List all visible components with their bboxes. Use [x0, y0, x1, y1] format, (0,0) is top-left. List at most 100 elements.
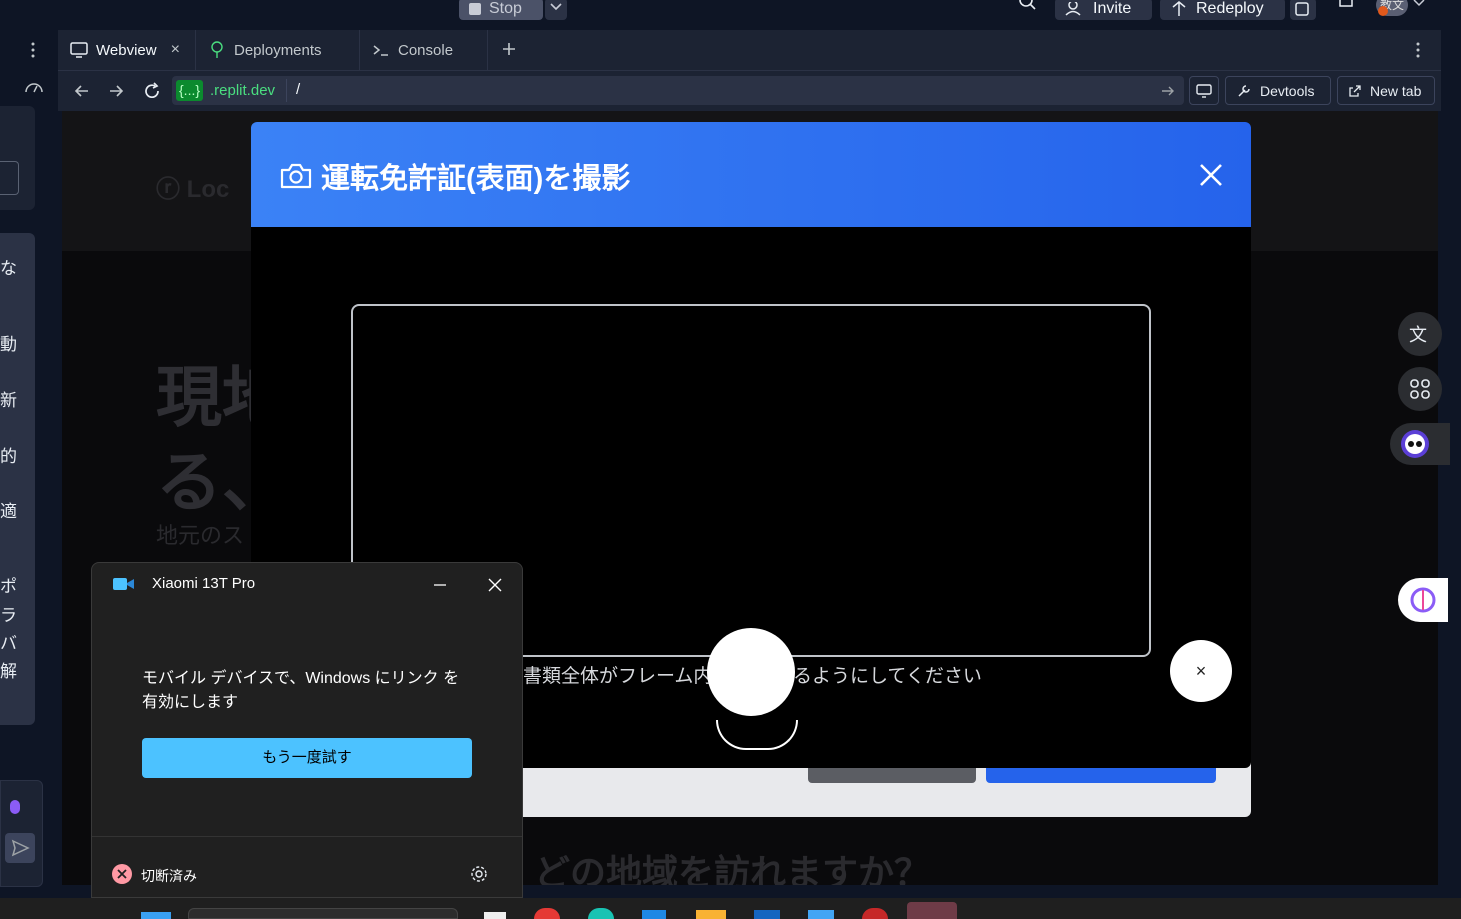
modal-header: 運転免許証(表面)を撮影	[251, 122, 1251, 227]
left-text: な	[0, 259, 17, 278]
taskbar	[0, 898, 1461, 919]
window-title: Xiaomi 13T Pro	[152, 575, 256, 592]
left-panel: な 動 新 的 適 ポ ラ バ 解	[0, 30, 56, 889]
brain-icon	[1410, 587, 1436, 613]
devtools-button[interactable]: Devtools	[1225, 76, 1331, 105]
speedometer-icon[interactable]	[24, 80, 44, 96]
left-text: 動	[0, 335, 17, 354]
taskbar-app-icon[interactable]	[696, 910, 726, 919]
redeploy-button[interactable]: Redeploy	[1160, 0, 1285, 20]
taskbar-app-icon[interactable]	[484, 912, 506, 919]
back-icon[interactable]	[72, 81, 92, 101]
translate-button[interactable]: 文	[1398, 312, 1442, 356]
frame-hint-left: 書類全体がフレーム内	[523, 666, 713, 687]
deploy-icon	[1172, 1, 1186, 16]
left-text: 的	[0, 447, 17, 466]
url-path: /	[296, 81, 301, 98]
left-text: 適	[0, 502, 17, 521]
minimize-icon[interactable]	[430, 575, 450, 595]
region-question: どの地域を訪れますか？	[534, 852, 931, 885]
error-icon	[112, 864, 132, 884]
taskbar-app-icon[interactable]	[862, 908, 888, 919]
settings-gear-icon[interactable]	[469, 864, 489, 884]
chevron-down-icon[interactable]	[1412, 0, 1426, 10]
stop-icon	[469, 3, 481, 15]
screen-icon	[1196, 83, 1212, 98]
reload-icon[interactable]	[142, 81, 162, 101]
search-icon[interactable]	[1016, 0, 1038, 12]
share-button[interactable]	[1290, 0, 1316, 20]
svg-text:文: 文	[1409, 325, 1427, 346]
left-text: 解	[0, 662, 17, 681]
monitor-icon	[70, 42, 88, 58]
send-button[interactable]	[5, 833, 35, 863]
domain-badge: {...}	[176, 80, 204, 101]
left-input[interactable]	[0, 161, 19, 195]
left-text: ラ	[0, 606, 17, 625]
left-text: バ	[0, 634, 17, 653]
add-tab-icon[interactable]	[499, 39, 519, 59]
frame-hint-right: るようにしてください	[793, 666, 982, 687]
taskbar-active-app[interactable]	[907, 902, 957, 919]
go-arrow-icon[interactable]	[1160, 83, 1176, 99]
bell-icon[interactable]	[1336, 0, 1356, 10]
site-logo: ⓡ Loc	[156, 176, 230, 203]
terminal-icon	[373, 45, 388, 56]
invite-button[interactable]: Invite	[1055, 0, 1152, 20]
taskbar-app-icon[interactable]	[808, 910, 834, 919]
external-link-icon	[1349, 84, 1361, 97]
divider	[286, 79, 287, 102]
brain-extension-button[interactable]	[1398, 578, 1448, 622]
stop-button[interactable]: Stop	[459, 0, 543, 20]
modal-title: 運転免許証(表面)を撮影	[321, 163, 631, 195]
grid-icon	[1410, 379, 1430, 399]
url-bar: {...} .replit.dev / Devtools New tab	[58, 71, 1441, 111]
phone-link-window: Xiaomi 13T Pro モバイル デバイスで、Windows にリンク を…	[91, 562, 523, 898]
more-vertical-icon[interactable]	[25, 40, 41, 60]
retry-button[interactable]: もう一度試す	[142, 738, 472, 778]
taskbar-app-icon[interactable]	[642, 910, 666, 919]
chevron-down-icon	[550, 3, 562, 11]
tab-deployments[interactable]: Deployments	[196, 30, 360, 70]
deploy-icon	[211, 41, 223, 58]
taskbar-search[interactable]	[188, 908, 458, 919]
assistant-button[interactable]	[1390, 423, 1450, 465]
wrench-icon	[1238, 84, 1250, 97]
taskbar-app-icon[interactable]	[534, 908, 560, 919]
external-icon	[1295, 2, 1309, 16]
close-tab-icon[interactable]: ×	[171, 41, 180, 59]
new-tab-button[interactable]: New tab	[1337, 76, 1435, 105]
taskbar-app-icon[interactable]	[754, 910, 780, 919]
assistant-face-icon	[1401, 430, 1429, 458]
more-vertical-icon[interactable]	[1410, 40, 1426, 60]
screen-toggle-button[interactable]	[1189, 76, 1219, 105]
close-icon[interactable]	[1196, 160, 1226, 190]
connection-status: 切断済み	[141, 868, 197, 884]
start-icon[interactable]	[141, 912, 171, 919]
add-user-icon	[1065, 2, 1081, 16]
stop-dropdown-button[interactable]	[545, 0, 567, 20]
forward-icon[interactable]	[106, 81, 126, 101]
domain-suffix: .replit.dev	[210, 82, 276, 99]
agent-icon	[10, 800, 20, 814]
close-camera-button[interactable]: ×	[1170, 640, 1232, 702]
shutter-button[interactable]	[707, 628, 795, 716]
close-icon: ×	[1195, 661, 1207, 681]
tab-webview[interactable]: Webview ×	[58, 30, 196, 70]
link-message: モバイル デバイスで、Windows にリンク を有効にします	[142, 670, 460, 711]
notification-badge	[1378, 6, 1388, 16]
shutter-ring	[716, 720, 798, 750]
video-camera-icon	[112, 575, 136, 593]
taskbar-app-icon[interactable]	[588, 908, 614, 919]
send-icon	[11, 839, 30, 857]
tab-bar: Webview × Deployments Console	[58, 30, 1441, 71]
url-input[interactable]: {...} .replit.dev /	[172, 76, 1184, 105]
apps-button[interactable]	[1398, 367, 1442, 411]
left-text: ポ	[0, 577, 17, 596]
tab-console[interactable]: Console	[360, 30, 488, 70]
left-text: 新	[0, 391, 17, 410]
top-bar: Stop Invite Redeploy 教文	[0, 0, 1461, 30]
close-icon[interactable]	[485, 575, 505, 595]
divider	[92, 836, 522, 837]
hero-subtext: 地元のス	[156, 523, 245, 548]
